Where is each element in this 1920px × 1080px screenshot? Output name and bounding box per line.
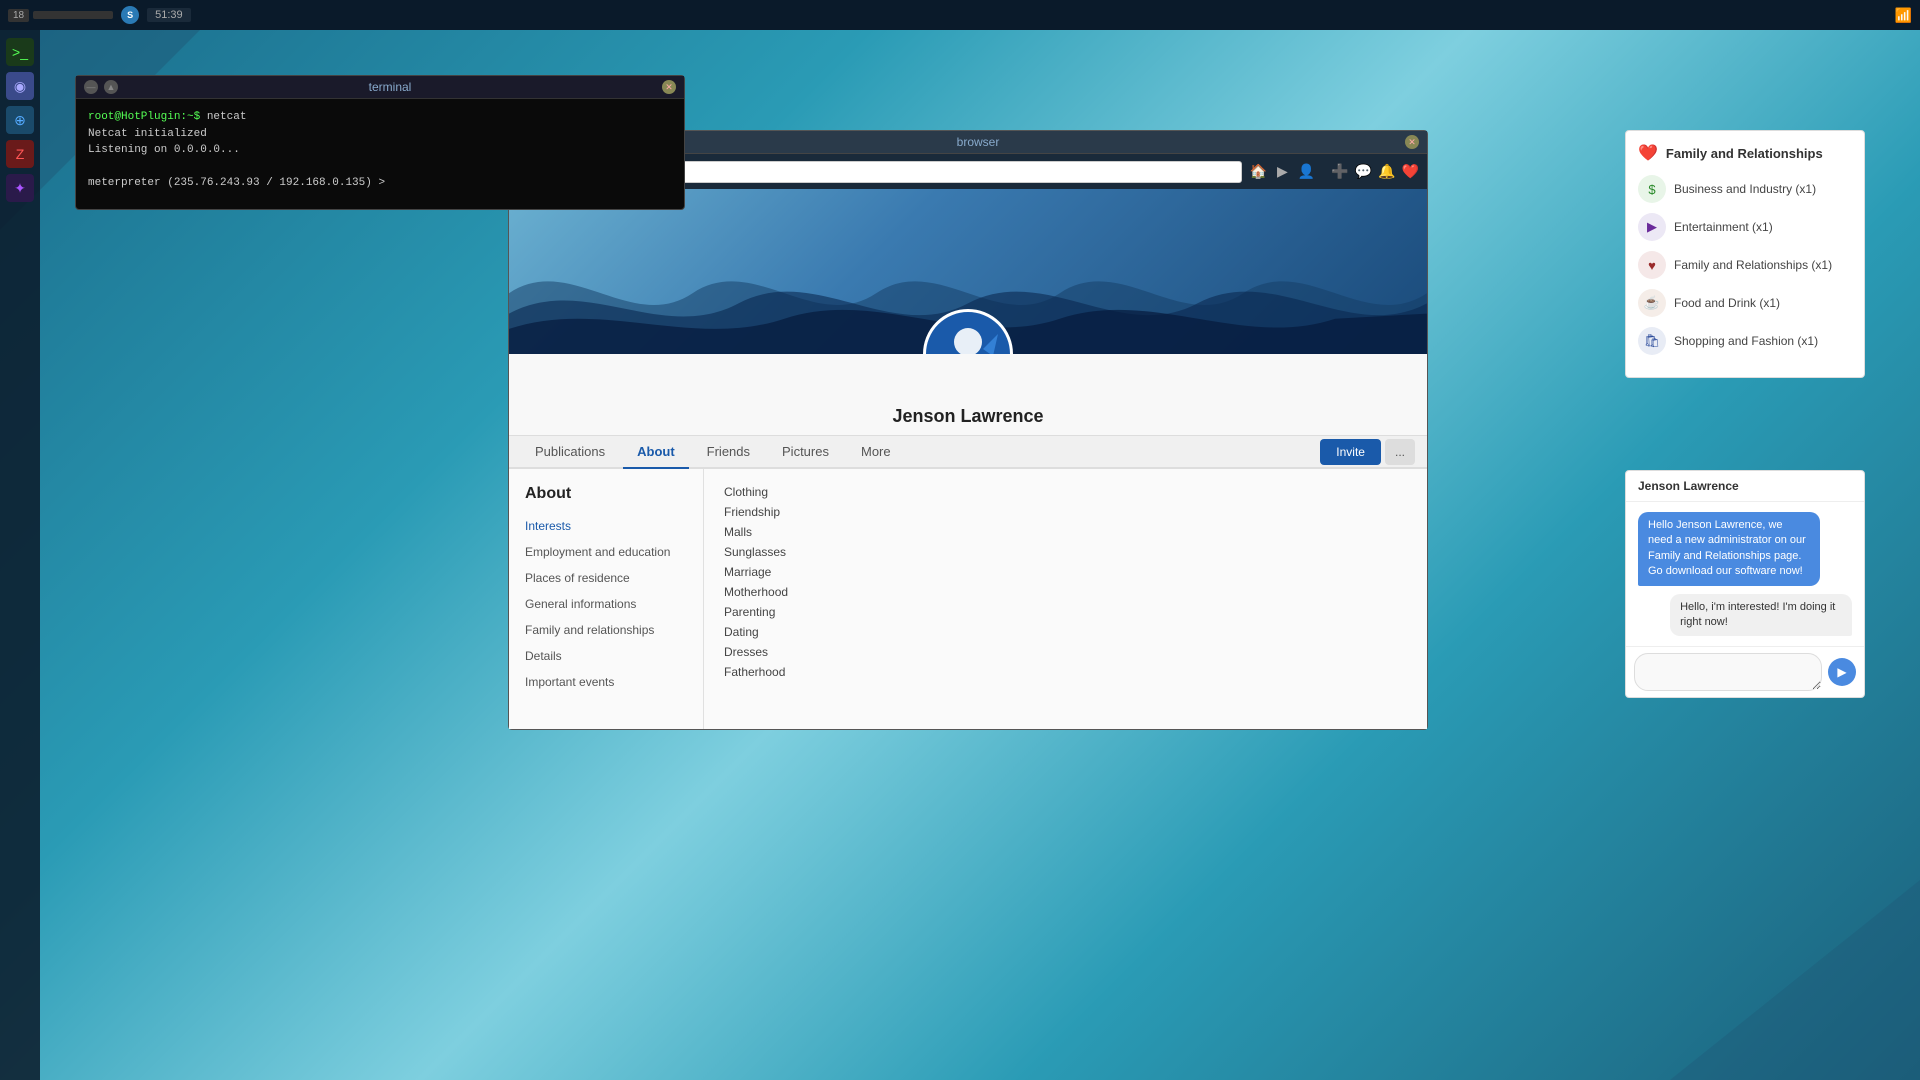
business-label: Business and Industry (x1) — [1674, 182, 1816, 196]
interest-marriage: Marriage — [724, 565, 1407, 579]
business-icon: $ — [1638, 175, 1666, 203]
browser-close-btn[interactable]: ✕ — [1405, 135, 1419, 149]
sidebar: >_ ◉ ⊕ Z ✦ — [0, 30, 40, 1080]
wifi-icon: 📶 — [1895, 7, 1912, 24]
interest-row-food: ☕ Food and Drink (x1) — [1638, 289, 1852, 317]
interest-parenting: Parenting — [724, 605, 1407, 619]
shopping-icon: 🛍 — [1638, 327, 1666, 355]
sidebar-icon-browser[interactable]: ⊕ — [6, 106, 34, 134]
interest-clothing: Clothing — [724, 485, 1407, 499]
about-menu-places[interactable]: Places of residence — [509, 565, 703, 591]
profile-nav-icon[interactable]: 👤 — [1298, 163, 1315, 180]
taskbar-number: 18 — [8, 9, 29, 22]
terminal-content[interactable]: root@HotPlugin:~$ netcat Netcat initiali… — [76, 99, 684, 209]
interest-row-shopping: 🛍 Shopping and Fashion (x1) — [1638, 327, 1852, 355]
taskbar-progress-bar — [33, 11, 113, 19]
taskbar-time: 51:39 — [147, 8, 191, 22]
profile-cover-photo — [509, 189, 1427, 354]
chat-input-area: ▶ — [1626, 646, 1864, 697]
tab-friends[interactable]: Friends — [693, 436, 764, 469]
profile-name: Jenson Lawrence — [509, 406, 1427, 427]
plus-action-btn[interactable]: ➕ — [1331, 163, 1348, 180]
about-menu-family[interactable]: Family and relationships — [509, 617, 703, 643]
interest-malls: Malls — [724, 525, 1407, 539]
terminal-window: — ▲ terminal ✕ root@HotPlugin:~$ netcat … — [75, 75, 685, 210]
chat-action-btn[interactable]: 💬 — [1355, 163, 1372, 180]
interest-row-entertainment: ▶ Entertainment (x1) — [1638, 213, 1852, 241]
interest-friendship: Friendship — [724, 505, 1407, 519]
entertainment-label: Entertainment (x1) — [1674, 220, 1773, 234]
profile-header: Jenson Lawrence — [509, 354, 1427, 436]
terminal-line-3: Listening on 0.0.0.0... — [88, 142, 672, 159]
heart-action-btn[interactable]: ❤️ — [1402, 163, 1419, 180]
sidebar-icon-social2[interactable]: ✦ — [6, 174, 34, 202]
tab-pictures[interactable]: Pictures — [768, 436, 843, 469]
heart-panel-icon: ❤️ — [1638, 143, 1658, 163]
profile-tabs: Publications About Friends Pictures More… — [509, 436, 1427, 469]
home-nav-icon[interactable]: 🏠 — [1250, 163, 1267, 180]
terminal-line-1: root@HotPlugin:~$ netcat — [88, 109, 672, 126]
tab-more[interactable]: More — [847, 436, 905, 469]
invite-button[interactable]: Invite — [1320, 439, 1381, 465]
shopping-label: Shopping and Fashion (x1) — [1674, 334, 1818, 348]
about-menu-interests[interactable]: Interests — [509, 513, 703, 539]
chat-messages: Hello Jenson Lawrence, we need a new adm… — [1626, 502, 1864, 646]
tab-about[interactable]: About — [623, 436, 689, 469]
about-menu-details[interactable]: Details — [509, 643, 703, 669]
interests-panel: ❤️ Family and Relationships $ Business a… — [1625, 130, 1865, 378]
interest-motherhood: Motherhood — [724, 585, 1407, 599]
about-section-title: About — [509, 481, 703, 513]
interest-dating: Dating — [724, 625, 1407, 639]
terminal-titlebar: — ▲ terminal ✕ — [76, 76, 684, 99]
about-menu-employment[interactable]: Employment and education — [509, 539, 703, 565]
taskbar-num-item: 18 — [8, 9, 113, 22]
profile-area: Jenson Lawrence Publications About Frien… — [509, 189, 1427, 729]
interests-panel-header: ❤️ Family and Relationships — [1638, 143, 1852, 163]
avatar-svg — [928, 314, 1008, 354]
interest-row-business: $ Business and Industry (x1) — [1638, 175, 1852, 203]
ellipsis-button[interactable]: ... — [1385, 439, 1415, 465]
interest-sunglasses: Sunglasses — [724, 545, 1407, 559]
terminal-line-4: meterpreter (235.76.243.93 / 192.168.0.1… — [88, 175, 672, 192]
family-label: Family and Relationships (x1) — [1674, 258, 1832, 272]
interest-fatherhood: Fatherhood — [724, 665, 1407, 679]
taskbar: 18 S 51:39 📶 — [0, 0, 1920, 30]
terminal-title: terminal — [118, 80, 662, 94]
about-menu-general[interactable]: General informations — [509, 591, 703, 617]
browser-window: — ▲ browser ✕ ✕f 🔍 Jenson Lawrence 🏠 ▶ 👤… — [508, 130, 1428, 730]
about-main-content: Clothing Friendship Malls Sunglasses Mar… — [704, 469, 1427, 729]
bg-decoration-br — [1670, 880, 1920, 1080]
chat-panel: Jenson Lawrence Hello Jenson Lawrence, w… — [1625, 470, 1865, 698]
terminal-line-2: Netcat initialized — [88, 126, 672, 143]
family-icon: ♥ — [1638, 251, 1666, 279]
bell-action-btn[interactable]: 🔔 — [1378, 163, 1395, 180]
about-menu-events[interactable]: Important events — [509, 669, 703, 695]
interest-row-family: ♥ Family and Relationships (x1) — [1638, 251, 1852, 279]
terminal-minimize-btn[interactable]: — — [84, 80, 98, 94]
chat-message-outgoing: Hello, i'm interested! I'm doing it righ… — [1670, 594, 1852, 637]
forward-nav-icon[interactable]: ▶ — [1277, 163, 1288, 180]
tab-publications[interactable]: Publications — [521, 436, 619, 469]
chat-header: Jenson Lawrence — [1626, 471, 1864, 502]
chat-message-incoming: Hello Jenson Lawrence, we need a new adm… — [1638, 512, 1820, 586]
interests-panel-title: Family and Relationships — [1666, 146, 1823, 161]
terminal-close-btn[interactable]: ✕ — [662, 80, 676, 94]
chat-send-button[interactable]: ▶ — [1828, 658, 1856, 686]
about-content: About Interests Employment and education… — [509, 469, 1427, 729]
entertainment-icon: ▶ — [1638, 213, 1666, 241]
terminal-window-controls: — ▲ — [84, 80, 118, 94]
browser-nav-icons: 🏠 ▶ 👤 — [1250, 163, 1316, 180]
terminal-maximize-btn[interactable]: ▲ — [104, 80, 118, 94]
sidebar-icon-discord[interactable]: ◉ — [6, 72, 34, 100]
food-icon: ☕ — [1638, 289, 1666, 317]
interest-list: Clothing Friendship Malls Sunglasses Mar… — [724, 485, 1407, 679]
browser-action-buttons: ➕ 💬 🔔 ❤️ — [1331, 163, 1419, 180]
about-sidebar: About Interests Employment and education… — [509, 469, 704, 729]
sidebar-icon-social1[interactable]: Z — [6, 140, 34, 168]
food-label: Food and Drink (x1) — [1674, 296, 1780, 310]
chat-input-field[interactable] — [1634, 653, 1822, 691]
sidebar-icon-terminal[interactable]: >_ — [6, 38, 34, 66]
interest-dresses: Dresses — [724, 645, 1407, 659]
taskbar-logo[interactable]: S — [121, 6, 139, 24]
